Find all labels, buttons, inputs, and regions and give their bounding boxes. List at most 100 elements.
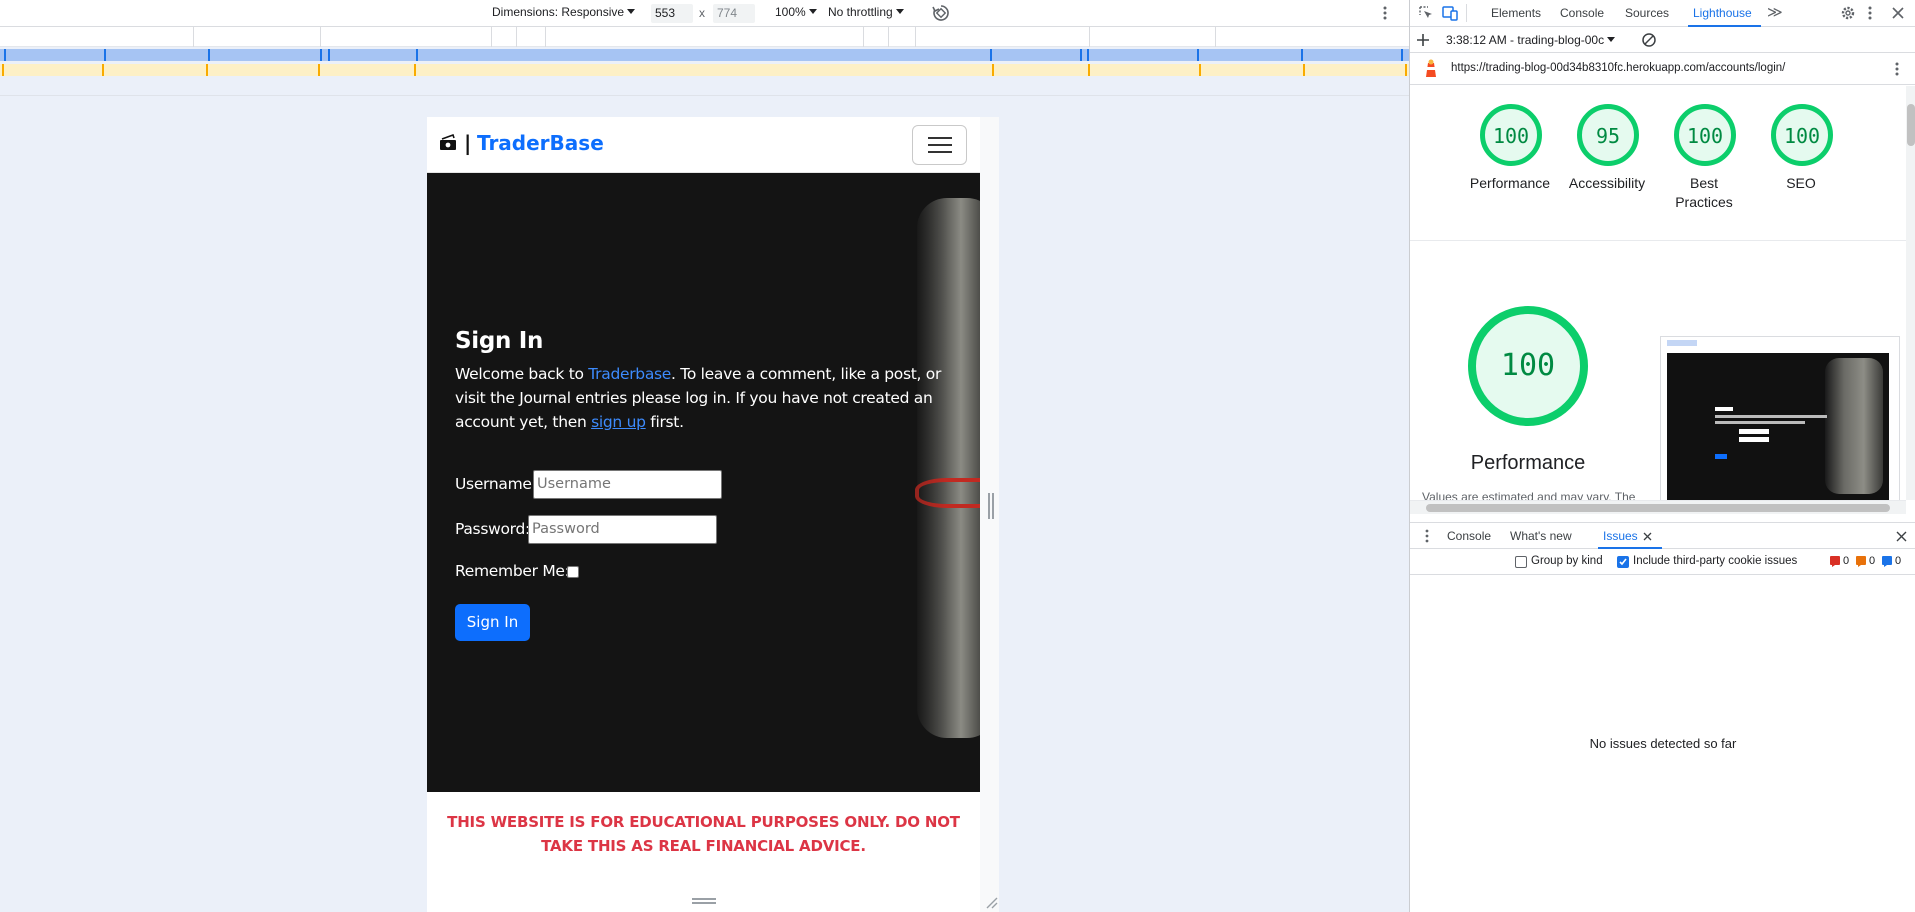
score-value: 100 (1783, 124, 1821, 148)
device-toolbar: Dimensions: Responsive 553 x 774 100% No… (0, 0, 1409, 27)
chevron-down-icon (627, 9, 636, 14)
report-select[interactable]: 3:38:12 AM - trading-blog-00c (1446, 33, 1616, 47)
rotate-icon[interactable] (932, 4, 950, 22)
report-vertical-scrollbar[interactable] (1906, 86, 1915, 500)
media-query-marker[interactable] (208, 49, 210, 61)
hamburger-line (928, 144, 952, 146)
traderbase-link[interactable]: Traderbase (588, 365, 671, 383)
username-input[interactable]: Username (533, 470, 722, 499)
close-tab-icon[interactable] (1643, 532, 1652, 541)
navbar-toggler-button[interactable] (912, 125, 967, 165)
media-query-marker[interactable] (1197, 49, 1199, 61)
scrollbar-thumb[interactable] (1907, 104, 1915, 146)
gauge-ring: 100 (1771, 104, 1833, 166)
tab-elements[interactable]: Elements (1491, 6, 1541, 20)
clear-icon[interactable] (1641, 32, 1657, 48)
plus-icon[interactable] (1415, 32, 1431, 48)
media-query-marker[interactable] (1303, 64, 1305, 76)
media-query-marker[interactable] (104, 49, 106, 61)
error-issues-count: 0 (1843, 555, 1850, 567)
third-party-cookie-checkbox[interactable] (1617, 556, 1629, 568)
media-query-marker[interactable] (1088, 64, 1090, 76)
media-query-marker[interactable] (328, 49, 330, 61)
signup-link[interactable]: sign up (591, 413, 646, 431)
error-issues-icon[interactable] (1830, 556, 1840, 567)
group-by-kind-checkbox[interactable] (1515, 556, 1527, 568)
media-query-marker[interactable] (990, 49, 992, 61)
media-query-marker[interactable] (1405, 64, 1407, 76)
customize-menu-icon[interactable] (1867, 5, 1873, 21)
ruler-divider (1215, 27, 1216, 47)
warning-issues-icon[interactable] (1856, 556, 1866, 567)
divider (0, 95, 1409, 96)
brand-link[interactable]: TraderBase (477, 131, 604, 155)
media-query-marker[interactable] (318, 64, 320, 76)
footer-disclaimer: THIS WEBSITE IS FOR EDUCATIONAL PURPOSES… (427, 792, 980, 912)
scrollbar-thumb[interactable] (1426, 504, 1890, 512)
close-drawer-icon[interactable] (1896, 531, 1907, 542)
thumbnail-text (1715, 415, 1827, 418)
media-query-marker[interactable] (4, 49, 6, 61)
device-toggle-icon[interactable] (1442, 5, 1458, 21)
media-query-marker[interactable] (320, 49, 322, 61)
inspect-element-icon[interactable] (1418, 5, 1434, 21)
drawer-tab-whats-new[interactable]: What's new (1510, 529, 1572, 543)
resize-handle-right[interactable] (988, 493, 994, 519)
more-options-icon[interactable] (1382, 5, 1388, 21)
media-query-marker[interactable] (1199, 64, 1201, 76)
hero-gradient (827, 173, 947, 792)
estimate-note: Values are estimated and may vary. The (1422, 490, 1636, 500)
media-query-marker[interactable] (2, 64, 4, 76)
money-bill-icon[interactable] (439, 134, 457, 152)
emulated-viewport[interactable]: | TraderBase Sign In Welcome back to Tra… (427, 117, 980, 912)
chevron-down-icon (895, 9, 904, 14)
close-icon[interactable] (1890, 5, 1906, 21)
drawer-tab-issues[interactable]: Issues (1603, 529, 1638, 543)
tab-lighthouse[interactable]: Lighthouse (1693, 6, 1752, 20)
media-query-marker[interactable] (1080, 49, 1082, 61)
media-query-marker[interactable] (1401, 49, 1403, 61)
signin-button[interactable]: Sign In (455, 604, 530, 641)
media-query-marker[interactable] (1087, 49, 1089, 61)
media-query-marker[interactable] (206, 64, 208, 76)
gauge-ring: 100 (1480, 104, 1542, 166)
tab-sources[interactable]: Sources (1625, 6, 1669, 20)
page-screenshot-thumbnail[interactable] (1660, 336, 1900, 500)
report-menu-icon[interactable] (1894, 61, 1900, 77)
password-input[interactable]: Password (528, 515, 717, 544)
width-input[interactable]: 553 (651, 4, 693, 23)
thumbnail-text (1715, 421, 1805, 424)
ruler-divider (888, 27, 889, 47)
resize-handle-bottom[interactable] (692, 898, 716, 904)
thumbnail-money-roll (1825, 358, 1883, 494)
ruler-divider (193, 27, 194, 47)
media-query-marker[interactable] (414, 64, 416, 76)
no-issues-message: No issues detected so far (1589, 736, 1737, 751)
info-issues-icon[interactable] (1882, 556, 1892, 567)
remember-me-checkbox[interactable] (567, 566, 579, 578)
ruler-divider (545, 27, 546, 47)
thumbnail-title (1715, 407, 1733, 411)
zoom-dropdown[interactable]: 100% (775, 5, 817, 19)
report-select-value: 3:38:12 AM - trading-blog-00c (1446, 33, 1605, 47)
throttling-dropdown[interactable]: No throttling (828, 5, 904, 19)
media-query-marker[interactable] (416, 49, 418, 61)
audited-url: https://trading-blog-00d34b8310fc.heroku… (1451, 62, 1786, 74)
drawer-menu-icon[interactable] (1424, 529, 1430, 543)
height-input[interactable]: 774 (713, 4, 755, 23)
settings-gear-icon[interactable] (1840, 5, 1856, 21)
tab-console[interactable]: Console (1560, 6, 1604, 20)
device-presets-ruler[interactable] (0, 27, 1409, 47)
resize-corner-icon[interactable] (984, 895, 998, 909)
media-query-marker[interactable] (992, 64, 994, 76)
ruler-divider (915, 27, 916, 47)
brand-separator: | (464, 131, 472, 155)
gauge-ring: 95 (1577, 104, 1639, 166)
media-query-bar-min-width[interactable] (0, 64, 1409, 76)
media-query-marker[interactable] (102, 64, 104, 76)
more-tabs-icon[interactable]: ≫ (1767, 3, 1783, 21)
dimensions-dropdown[interactable]: Dimensions: Responsive (492, 5, 636, 19)
drawer-tab-console[interactable]: Console (1447, 529, 1491, 543)
media-query-marker[interactable] (1301, 49, 1303, 61)
disclaimer-text: THIS WEBSITE IS FOR EDUCATIONAL PURPOSES… (447, 813, 960, 855)
